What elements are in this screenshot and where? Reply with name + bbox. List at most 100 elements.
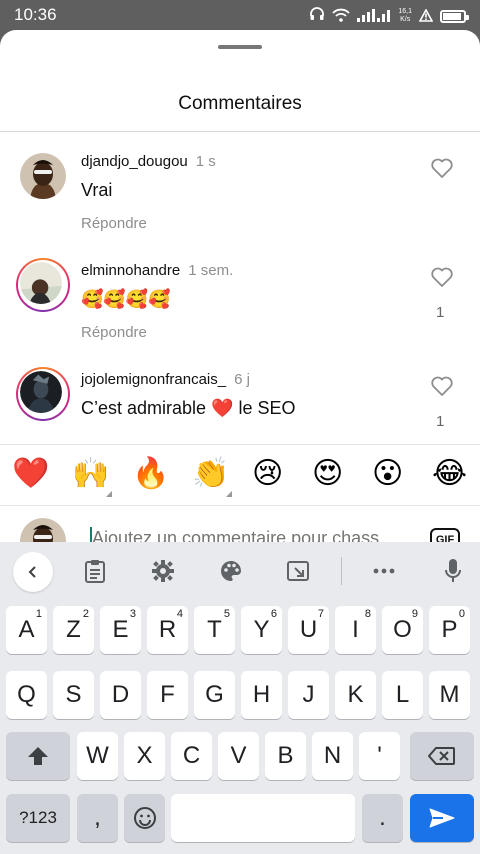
- space-key[interactable]: [171, 794, 355, 842]
- key-e[interactable]: E3: [100, 606, 141, 654]
- key-p[interactable]: P0: [429, 606, 470, 654]
- key-u[interactable]: U7: [288, 606, 329, 654]
- toolbar-separator: [341, 557, 342, 585]
- reply-button[interactable]: Répondre: [81, 215, 147, 232]
- backspace-icon: [428, 747, 455, 765]
- send-key[interactable]: [410, 794, 474, 842]
- key-hint: 9: [411, 608, 418, 620]
- key-label: I: [352, 616, 359, 643]
- reply-button[interactable]: Répondre: [81, 324, 147, 341]
- key-hint: 6: [270, 608, 277, 620]
- drag-handle[interactable]: [218, 45, 262, 49]
- username-text[interactable]: jojolemignonfrancais_: [81, 371, 226, 388]
- comments-sheet: Commentaires djandjo_dougou 1 s Vrai Répo…: [0, 30, 480, 542]
- key-y[interactable]: Y6: [241, 606, 282, 654]
- key-d[interactable]: D: [100, 671, 141, 719]
- crying-face-emoji[interactable]: 😢: [252, 459, 283, 489]
- avatar[interactable]: [20, 153, 66, 199]
- comment-username[interactable]: jojolemignonfrancais_ 6 j: [81, 371, 250, 388]
- send-icon: [429, 808, 455, 828]
- key-f[interactable]: F: [147, 671, 188, 719]
- emoji-quick-bar: ❤️ 🙌 🔥 👏 😢 😍 😮 😂: [0, 444, 480, 506]
- key-m[interactable]: M: [429, 671, 470, 719]
- mic-icon[interactable]: [438, 556, 468, 586]
- comment-time: 1 sem.: [188, 262, 234, 279]
- key-hint: 3: [129, 608, 136, 620]
- comment-time: 6 j: [234, 371, 250, 388]
- avatar-image: [20, 371, 62, 413]
- settings-icon[interactable]: [148, 556, 178, 586]
- status-icons: 16,1 K/s: [309, 6, 469, 26]
- fire-emoji[interactable]: 🔥: [132, 459, 169, 489]
- key-i[interactable]: I8: [335, 606, 376, 654]
- key-h[interactable]: H: [241, 671, 282, 719]
- signal-icon: [357, 7, 391, 26]
- key-x[interactable]: X: [124, 732, 165, 780]
- keyboard: A 1 Z 2 E 3 R 4 T 5 Y 6 U 7 I 8 O 9 P 0 Q S D F G H J K L M W X C V B N ' ?12…: [0, 542, 480, 854]
- clipboard-icon[interactable]: [80, 556, 110, 586]
- key-z[interactable]: Z2: [53, 606, 94, 654]
- gif-button[interactable]: GIF: [430, 528, 460, 542]
- key-b[interactable]: B: [265, 732, 306, 780]
- comment-composer: GIF: [0, 506, 480, 542]
- like-heart-icon[interactable]: [430, 375, 454, 397]
- story-ring: [16, 367, 70, 421]
- key-o[interactable]: O9: [382, 606, 423, 654]
- back-icon[interactable]: [13, 552, 53, 592]
- key-a[interactable]: A1: [6, 606, 47, 654]
- shift-key[interactable]: [6, 732, 70, 780]
- red-heart-emoji[interactable]: ❤️: [12, 459, 49, 489]
- key-apostrophe[interactable]: ': [359, 732, 400, 780]
- surprised-face-emoji[interactable]: 😮: [372, 459, 403, 489]
- like-heart-icon[interactable]: [430, 266, 454, 288]
- joy-face-emoji[interactable]: 😂: [432, 459, 467, 489]
- comment-time: 1 s: [195, 153, 216, 170]
- comment-username[interactable]: djandjo_dougou 1 s: [81, 153, 216, 170]
- avatar[interactable]: [16, 367, 70, 421]
- wifi-icon: [332, 7, 351, 26]
- like-heart-icon[interactable]: [430, 157, 454, 179]
- key-s[interactable]: S: [53, 671, 94, 719]
- key-g[interactable]: G: [194, 671, 235, 719]
- emoji-key[interactable]: [124, 794, 165, 842]
- key-label: T: [207, 616, 222, 643]
- key-v[interactable]: V: [218, 732, 259, 780]
- key-period[interactable]: .: [362, 794, 403, 842]
- raising-hands-emoji[interactable]: 🙌: [72, 459, 109, 489]
- avatar[interactable]: [16, 258, 70, 312]
- network-speed-unit: K/s: [400, 16, 411, 23]
- comment-text: Vrai: [81, 180, 113, 200]
- key-comma[interactable]: ,: [77, 794, 118, 842]
- key-j[interactable]: J: [288, 671, 329, 719]
- backspace-key[interactable]: [410, 732, 474, 780]
- theme-palette-icon[interactable]: [216, 556, 246, 586]
- my-avatar: [20, 518, 66, 542]
- status-time: 10:36: [14, 5, 57, 24]
- key-label: E: [112, 616, 129, 643]
- emoji-variant-indicator: [106, 491, 112, 497]
- shift-icon: [28, 747, 48, 765]
- comment-username[interactable]: elminnohandre 1 sem.: [81, 262, 233, 279]
- key-t[interactable]: T5: [194, 606, 235, 654]
- username-text[interactable]: elminnohandre: [81, 262, 180, 279]
- symbols-key[interactable]: ?123: [6, 794, 70, 842]
- key-k[interactable]: K: [335, 671, 376, 719]
- comment-input[interactable]: [92, 528, 410, 542]
- key-r[interactable]: R4: [147, 606, 188, 654]
- battery-icon: [440, 9, 469, 23]
- comment-text: 🥰🥰🥰🥰: [81, 289, 171, 309]
- screen-size-icon[interactable]: [283, 556, 313, 586]
- key-c[interactable]: C: [171, 732, 212, 780]
- key-w[interactable]: W: [77, 732, 118, 780]
- key-n[interactable]: N: [312, 732, 353, 780]
- emoji-variant-indicator: [226, 491, 232, 497]
- key-hint: 5: [223, 608, 230, 620]
- key-l[interactable]: L: [382, 671, 423, 719]
- key-q[interactable]: Q: [6, 671, 47, 719]
- heart-eyes-emoji[interactable]: 😍: [312, 459, 343, 489]
- username-text[interactable]: djandjo_dougou: [81, 153, 188, 170]
- key-hint: 4: [176, 608, 183, 620]
- key-hint: 0: [458, 608, 465, 620]
- more-icon[interactable]: [369, 556, 399, 586]
- clapping-hands-emoji[interactable]: 👏: [192, 459, 229, 489]
